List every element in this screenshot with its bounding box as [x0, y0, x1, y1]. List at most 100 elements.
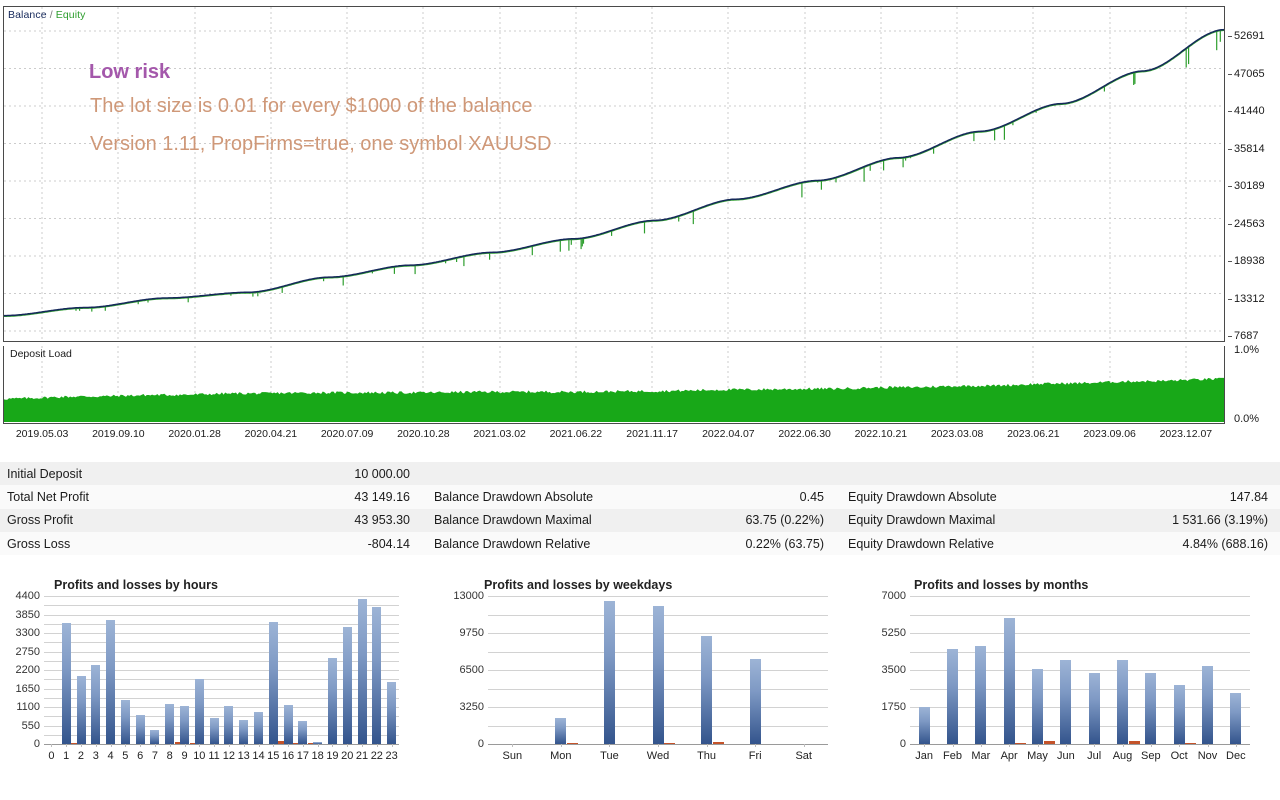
x-axis-tick: 6 — [137, 750, 143, 762]
x-axis-tick-mark — [377, 744, 378, 747]
profit-bar[interactable] — [180, 706, 189, 744]
equity-y-tick-mark — [1228, 149, 1232, 150]
x-axis-tick: Aug — [1113, 750, 1133, 762]
x-axis-tick: Nov — [1198, 750, 1218, 762]
gridline — [44, 624, 399, 625]
profit-bar[interactable] — [555, 718, 566, 744]
chart-profits-by-months[interactable]: Profits and losses by months017503500525… — [860, 572, 1280, 800]
x-axis-tick-mark — [924, 744, 925, 747]
deposit-load-plot-area[interactable]: Deposit Load — [3, 346, 1225, 424]
x-axis-tick-mark — [125, 744, 126, 747]
profit-bar[interactable] — [328, 658, 337, 744]
stat-value-primary: 43 953.30 — [300, 513, 410, 527]
plot-area — [488, 596, 828, 744]
profit-bar[interactable] — [195, 679, 204, 744]
stat-value-equity-dd: 147.84 — [1088, 490, 1280, 504]
legend-balance: Balance — [8, 9, 47, 21]
plot-area — [44, 596, 399, 744]
x-axis-tick: Dec — [1226, 750, 1246, 762]
profit-bar[interactable] — [224, 706, 233, 744]
profit-bar[interactable] — [947, 649, 958, 744]
profit-bar[interactable] — [62, 623, 71, 744]
loss-bar[interactable] — [664, 743, 675, 745]
y-axis-tick: 6500 — [440, 664, 484, 676]
profit-bar[interactable] — [91, 665, 100, 744]
profit-bar[interactable] — [284, 705, 293, 744]
x-axis-tick: 23 — [385, 750, 397, 762]
profit-bar[interactable] — [358, 599, 367, 744]
profit-bar[interactable] — [239, 720, 248, 744]
profit-bar[interactable] — [1004, 618, 1015, 744]
profit-bar[interactable] — [343, 627, 352, 744]
x-axis-tick-mark — [1208, 744, 1209, 747]
x-axis-tick-mark — [512, 744, 513, 747]
x-axis-tick-mark — [259, 744, 260, 747]
y-axis-tick: 5250 — [862, 627, 906, 639]
x-axis-tick-mark — [1123, 744, 1124, 747]
equity-y-tick-mark — [1228, 261, 1232, 262]
profit-bar[interactable] — [1145, 673, 1156, 745]
profit-bar[interactable] — [254, 712, 263, 744]
profit-bar[interactable] — [1060, 660, 1071, 744]
equity-y-tick: 30189 — [1234, 180, 1265, 192]
date-axis: 2019.05.032019.09.102020.01.282020.04.21… — [0, 428, 1280, 446]
profit-bar[interactable] — [210, 718, 219, 744]
profit-bar[interactable] — [1174, 685, 1185, 744]
date-axis-tick: 2021.06.22 — [550, 428, 603, 440]
profit-bar[interactable] — [653, 606, 664, 744]
x-axis-tick-mark — [609, 744, 610, 747]
x-axis-tick: 0 — [48, 750, 54, 762]
equity-plot-area[interactable]: Balance / Equity Low risk The lot size i… — [3, 6, 1225, 342]
profit-bar[interactable] — [1089, 673, 1100, 744]
x-axis-tick: 5 — [122, 750, 128, 762]
profit-bar[interactable] — [372, 607, 381, 744]
profit-bar[interactable] — [106, 620, 115, 744]
date-axis-tick: 2020.07.09 — [321, 428, 374, 440]
x-axis-tick: Sat — [795, 750, 812, 762]
profit-bar[interactable] — [313, 742, 322, 744]
gridline — [910, 689, 1250, 690]
equity-y-tick: 35814 — [1234, 143, 1265, 155]
profit-bar[interactable] — [919, 707, 930, 744]
x-axis-tick: 22 — [371, 750, 383, 762]
x-axis-tick-mark — [96, 744, 97, 747]
profit-bar[interactable] — [121, 700, 130, 744]
x-axis-tick: Thu — [697, 750, 716, 762]
y-axis-tick: 0 — [440, 738, 484, 750]
stat-label-primary: Gross Profit — [0, 513, 300, 527]
chart-profits-by-weekdays[interactable]: Profits and losses by weekdays0325065009… — [430, 572, 860, 800]
chart-profits-by-hours[interactable]: Profits and losses by hours0550110016502… — [0, 572, 430, 800]
profit-bar[interactable] — [604, 601, 615, 744]
x-axis-tick: 4 — [108, 750, 114, 762]
table-row: Total Net Profit43 149.16Balance Drawdow… — [0, 485, 1280, 508]
profit-bar[interactable] — [1202, 666, 1213, 744]
loss-bar[interactable] — [1129, 741, 1140, 744]
x-axis-tick-mark — [804, 744, 805, 747]
loss-bar[interactable] — [1185, 743, 1196, 745]
equity-y-tick: 7687 — [1234, 330, 1258, 342]
profit-bar[interactable] — [165, 704, 174, 744]
loss-bar[interactable] — [1015, 743, 1026, 745]
profit-bar[interactable] — [975, 646, 986, 744]
x-axis-tick: 2 — [78, 750, 84, 762]
profit-bar[interactable] — [136, 715, 145, 744]
profit-bar[interactable] — [1032, 669, 1043, 745]
loss-bar[interactable] — [1044, 741, 1055, 744]
equity-y-tick: 13312 — [1234, 293, 1265, 305]
profit-bar[interactable] — [387, 682, 396, 744]
loss-bar[interactable] — [567, 743, 578, 745]
profit-bar[interactable] — [298, 721, 307, 744]
profit-bar[interactable] — [150, 730, 159, 744]
profit-bar[interactable] — [77, 676, 86, 744]
deposit-load-y-axis: 1.0% 0.0% — [1228, 346, 1280, 426]
x-axis-tick: Jan — [915, 750, 933, 762]
profit-bar[interactable] — [269, 622, 278, 744]
loss-bar[interactable] — [713, 742, 724, 744]
profit-bar[interactable] — [1117, 660, 1128, 744]
x-axis-tick-mark — [1151, 744, 1152, 747]
y-axis-tick: 3250 — [440, 701, 484, 713]
profit-bar[interactable] — [1230, 693, 1241, 744]
equity-curve-svg — [4, 7, 1224, 341]
profit-bar[interactable] — [701, 636, 712, 744]
profit-bar[interactable] — [750, 659, 761, 744]
